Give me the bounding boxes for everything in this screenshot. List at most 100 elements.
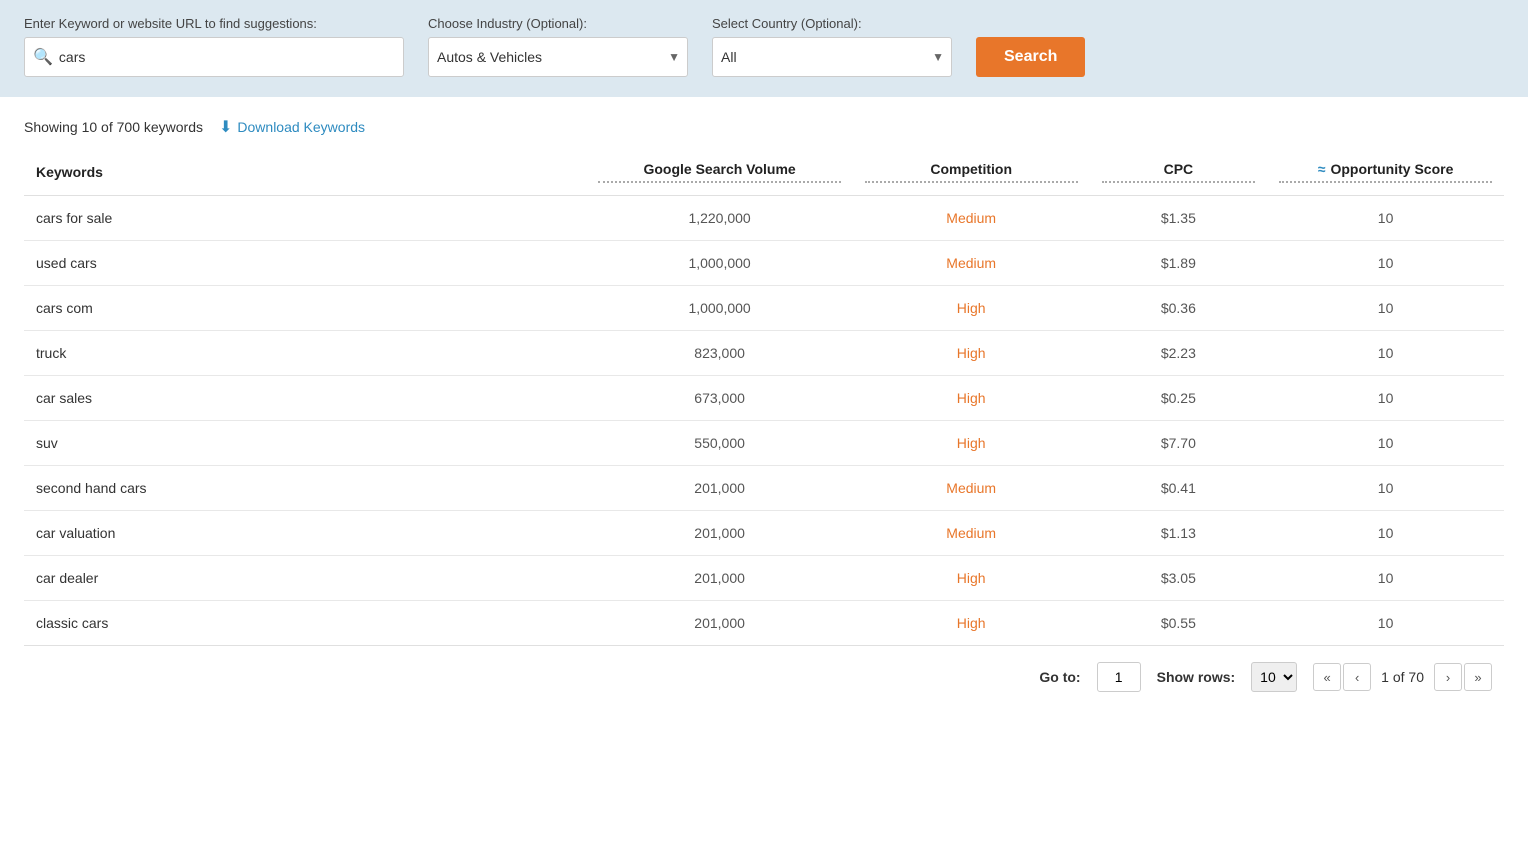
cell-keyword: second hand cars xyxy=(24,466,586,511)
goto-input[interactable] xyxy=(1097,662,1141,692)
goto-label: Go to: xyxy=(1039,669,1080,685)
col-header-competition: Competition xyxy=(853,153,1090,196)
cell-keyword: used cars xyxy=(24,241,586,286)
cell-keyword: car dealer xyxy=(24,556,586,601)
search-icon: 🔍 xyxy=(33,47,53,67)
cell-keyword: classic cars xyxy=(24,601,586,646)
showing-text: Showing 10 of 700 keywords xyxy=(24,119,203,135)
pagination-nav: « ‹ 1 of 70 › » xyxy=(1313,663,1492,691)
keyword-search-group: Enter Keyword or website URL to find sug… xyxy=(24,16,404,77)
cell-opportunity: 10 xyxy=(1267,601,1504,646)
cell-volume: 201,000 xyxy=(586,511,852,556)
pagination-row: Go to: Show rows: 10 25 50 « ‹ 1 of 70 ›… xyxy=(24,646,1504,708)
cell-volume: 201,000 xyxy=(586,466,852,511)
cell-cpc: $0.41 xyxy=(1090,466,1268,511)
cell-volume: 201,000 xyxy=(586,556,852,601)
cell-competition: High xyxy=(853,331,1090,376)
cell-volume: 673,000 xyxy=(586,376,852,421)
search-input-wrap: 🔍 xyxy=(24,37,404,77)
cell-opportunity: 10 xyxy=(1267,421,1504,466)
cell-cpc: $2.23 xyxy=(1090,331,1268,376)
cell-volume: 1,000,000 xyxy=(586,286,852,331)
cell-competition: High xyxy=(853,556,1090,601)
cell-competition: High xyxy=(853,421,1090,466)
cell-keyword: car sales xyxy=(24,376,586,421)
cell-cpc: $1.13 xyxy=(1090,511,1268,556)
cell-volume: 1,220,000 xyxy=(586,196,852,241)
cell-opportunity: 10 xyxy=(1267,376,1504,421)
cell-competition: High xyxy=(853,376,1090,421)
cell-volume: 550,000 xyxy=(586,421,852,466)
cell-keyword: suv xyxy=(24,421,586,466)
search-bar-area: Enter Keyword or website URL to find sug… xyxy=(0,0,1528,97)
show-rows-label: Show rows: xyxy=(1157,669,1236,685)
cell-competition: Medium xyxy=(853,466,1090,511)
cell-volume: 1,000,000 xyxy=(586,241,852,286)
industry-select-outer: Autos & Vehicles Arts & Entertainment Be… xyxy=(428,37,688,77)
country-select-group: Select Country (Optional): All United St… xyxy=(712,16,952,77)
col-header-opportunity: ≈ Opportunity Score xyxy=(1267,153,1504,196)
cell-competition: High xyxy=(853,601,1090,646)
country-select-outer: All United States United Kingdom Canada … xyxy=(712,37,952,77)
cell-cpc: $1.35 xyxy=(1090,196,1268,241)
cell-keyword: cars com xyxy=(24,286,586,331)
cell-opportunity: 10 xyxy=(1267,286,1504,331)
col-header-cpc: CPC xyxy=(1090,153,1268,196)
cell-competition: Medium xyxy=(853,196,1090,241)
prev-page-button[interactable]: ‹ xyxy=(1343,663,1371,691)
main-content: Showing 10 of 700 keywords ⬇ Download Ke… xyxy=(0,97,1528,708)
cell-cpc: $1.89 xyxy=(1090,241,1268,286)
cell-keyword: car valuation xyxy=(24,511,586,556)
country-label: Select Country (Optional): xyxy=(712,16,952,31)
cell-opportunity: 10 xyxy=(1267,466,1504,511)
keyword-label: Enter Keyword or website URL to find sug… xyxy=(24,16,404,31)
download-keywords-link[interactable]: ⬇ Download Keywords xyxy=(219,117,365,137)
last-page-button[interactable]: » xyxy=(1464,663,1492,691)
next-page-button[interactable]: › xyxy=(1434,663,1462,691)
cell-opportunity: 10 xyxy=(1267,241,1504,286)
col-header-volume: Google Search Volume xyxy=(586,153,852,196)
cell-opportunity: 10 xyxy=(1267,511,1504,556)
cell-competition: Medium xyxy=(853,511,1090,556)
country-select[interactable]: All United States United Kingdom Canada … xyxy=(712,37,952,77)
waves-icon: ≈ xyxy=(1318,161,1326,177)
cell-competition: High xyxy=(853,286,1090,331)
table-row: truck 823,000 High $2.23 10 xyxy=(24,331,1504,376)
cell-cpc: $0.25 xyxy=(1090,376,1268,421)
table-header: Keywords Google Search Volume Competitio… xyxy=(24,153,1504,196)
cell-cpc: $3.05 xyxy=(1090,556,1268,601)
cell-keyword: cars for sale xyxy=(24,196,586,241)
cell-cpc: $0.55 xyxy=(1090,601,1268,646)
industry-select[interactable]: Autos & Vehicles Arts & Entertainment Be… xyxy=(428,37,688,77)
table-row: car sales 673,000 High $0.25 10 xyxy=(24,376,1504,421)
cell-opportunity: 10 xyxy=(1267,196,1504,241)
search-button[interactable]: Search xyxy=(976,37,1085,77)
col-header-keyword: Keywords xyxy=(24,153,586,196)
industry-label: Choose Industry (Optional): xyxy=(428,16,688,31)
show-rows-select[interactable]: 10 25 50 xyxy=(1251,662,1297,692)
table-row: used cars 1,000,000 Medium $1.89 10 xyxy=(24,241,1504,286)
download-icon: ⬇ xyxy=(219,117,232,137)
keyword-input[interactable] xyxy=(59,49,395,65)
keywords-table: Keywords Google Search Volume Competitio… xyxy=(24,153,1504,646)
cell-cpc: $0.36 xyxy=(1090,286,1268,331)
download-label: Download Keywords xyxy=(237,119,365,135)
table-row: car dealer 201,000 High $3.05 10 xyxy=(24,556,1504,601)
page-info: 1 of 70 xyxy=(1373,669,1432,685)
cell-keyword: truck xyxy=(24,331,586,376)
showing-row: Showing 10 of 700 keywords ⬇ Download Ke… xyxy=(24,117,1504,137)
table-row: cars for sale 1,220,000 Medium $1.35 10 xyxy=(24,196,1504,241)
table-row: suv 550,000 High $7.70 10 xyxy=(24,421,1504,466)
cell-volume: 823,000 xyxy=(586,331,852,376)
industry-select-group: Choose Industry (Optional): Autos & Vehi… xyxy=(428,16,688,77)
table-row: cars com 1,000,000 High $0.36 10 xyxy=(24,286,1504,331)
table-body: cars for sale 1,220,000 Medium $1.35 10 … xyxy=(24,196,1504,646)
table-row: second hand cars 201,000 Medium $0.41 10 xyxy=(24,466,1504,511)
table-row: classic cars 201,000 High $0.55 10 xyxy=(24,601,1504,646)
cell-competition: Medium xyxy=(853,241,1090,286)
cell-opportunity: 10 xyxy=(1267,331,1504,376)
first-page-button[interactable]: « xyxy=(1313,663,1341,691)
cell-volume: 201,000 xyxy=(586,601,852,646)
cell-opportunity: 10 xyxy=(1267,556,1504,601)
table-row: car valuation 201,000 Medium $1.13 10 xyxy=(24,511,1504,556)
